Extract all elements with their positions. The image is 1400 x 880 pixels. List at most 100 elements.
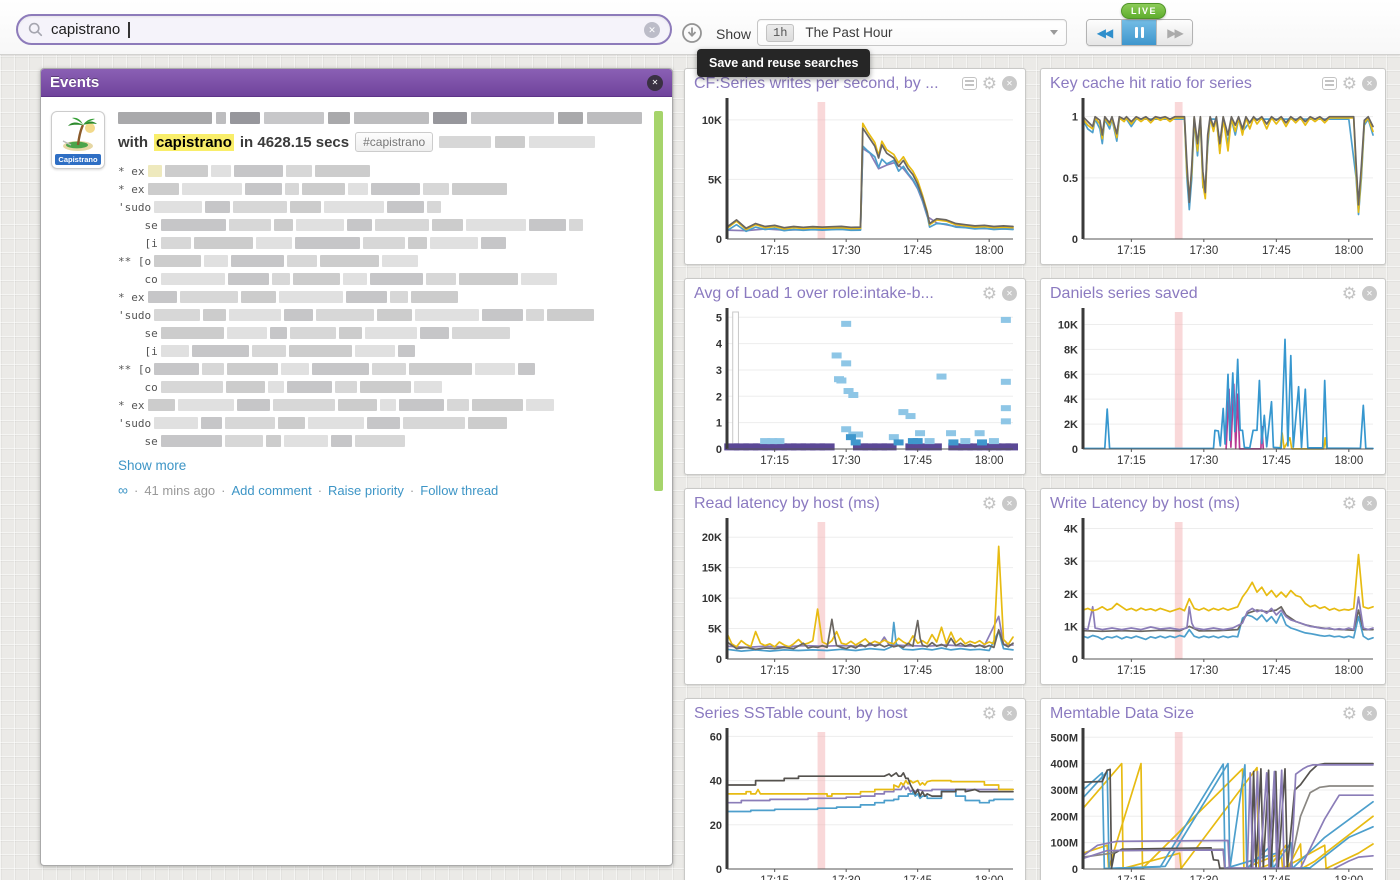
svg-text:0: 0 [716, 234, 722, 246]
gear-icon[interactable]: ⚙ [1342, 286, 1357, 302]
redacted-text [148, 291, 177, 303]
chart-actions: ⚙✕ [1342, 286, 1377, 302]
svg-text:0.5: 0.5 [1063, 173, 1078, 185]
close-icon[interactable]: ✕ [1002, 76, 1017, 91]
permalink-icon[interactable]: ∞ [118, 482, 128, 498]
search-input[interactable]: capistrano ✕ [16, 14, 672, 45]
redacted-text [403, 417, 465, 429]
chart-tile-2: Avg of Load 1 over role:intake-b...⚙✕17:… [684, 278, 1026, 475]
gear-icon[interactable]: ⚙ [1342, 76, 1357, 92]
svg-text:17:45: 17:45 [903, 665, 932, 677]
close-icon[interactable]: ✕ [1362, 76, 1377, 91]
redacted-text [296, 219, 344, 231]
notes-icon[interactable] [962, 77, 977, 90]
gear-icon[interactable]: ⚙ [982, 496, 997, 512]
svg-text:4: 4 [716, 339, 723, 351]
timeframe-select[interactable]: 1h The Past Hour [757, 19, 1067, 46]
redacted-text [312, 363, 369, 375]
close-icon[interactable]: ✕ [1362, 286, 1377, 301]
redacted-text [409, 363, 472, 375]
pause-button[interactable] [1122, 20, 1157, 45]
notes-icon[interactable] [1322, 77, 1337, 90]
redacted-text [225, 417, 275, 429]
redacted-text [427, 201, 441, 213]
search-value: capistrano [51, 21, 120, 38]
svg-text:17:45: 17:45 [903, 875, 932, 880]
redacted-text [284, 435, 328, 447]
redacted-text [387, 201, 424, 213]
redacted-text [320, 255, 379, 267]
svg-text:18:00: 18:00 [1334, 665, 1363, 677]
chart-tile-5: Write Latency by host (ms)⚙✕17:1517:3017… [1040, 488, 1386, 685]
redacted-text [154, 309, 200, 321]
close-icon[interactable]: ✕ [647, 75, 663, 91]
redacted-text [475, 363, 515, 375]
event-log: * ex* ex'sudo se [i** [o co* ex'sudo se … [118, 162, 642, 450]
redacted-text [587, 112, 642, 124]
gear-icon[interactable]: ⚙ [982, 286, 997, 302]
meta-separator: · [221, 483, 225, 498]
svg-text:5K: 5K [708, 624, 722, 636]
gear-icon[interactable]: ⚙ [982, 76, 997, 92]
redacted-text [355, 435, 405, 447]
close-icon[interactable]: ✕ [1362, 706, 1377, 721]
log-line: se [118, 432, 642, 450]
chart-title: Daniels series saved [1050, 285, 1336, 303]
redacted-text [245, 183, 282, 195]
redacted-text [521, 273, 557, 285]
forward-button[interactable]: ▶▶ [1157, 20, 1192, 45]
redacted-text [432, 219, 463, 231]
event-item: Capistrano with capistrano in 4628.15 se… [51, 111, 642, 498]
chart-actions: ⚙✕ [982, 286, 1017, 302]
chart-title: CF:Series writes per second, by ... [694, 75, 956, 93]
chart-plot: 17:1517:3017:4518:00012345 [690, 306, 1018, 468]
svg-text:1: 1 [1072, 112, 1078, 124]
follow-thread-link[interactable]: Follow thread [420, 483, 498, 498]
close-icon[interactable]: ✕ [1362, 496, 1377, 511]
event-tag[interactable]: #capistrano [355, 132, 433, 152]
redacted-text [338, 399, 377, 411]
redacted-text [192, 345, 249, 357]
charts-grid: CF:Series writes per second, by ...⚙✕17:… [684, 68, 1386, 880]
show-more-link[interactable]: Show more [118, 458, 186, 473]
redacted-text [284, 309, 313, 321]
svg-text:0: 0 [1072, 444, 1078, 456]
svg-text:10K: 10K [1058, 319, 1078, 331]
redacted-text [154, 363, 199, 375]
close-icon[interactable]: ✕ [1002, 286, 1017, 301]
svg-text:60: 60 [710, 731, 722, 743]
rewind-button[interactable]: ◀◀ [1087, 20, 1122, 45]
redacted-text [380, 399, 396, 411]
chart-header: Avg of Load 1 over role:intake-b...⚙✕ [690, 279, 1020, 306]
redacted-text [161, 435, 222, 447]
save-search-button[interactable] [681, 22, 703, 44]
log-line: * ex [118, 180, 642, 198]
clear-search-icon[interactable]: ✕ [644, 22, 660, 38]
svg-text:17:15: 17:15 [760, 245, 789, 257]
redacted-text [211, 165, 231, 177]
gear-icon[interactable]: ⚙ [1342, 496, 1357, 512]
gear-icon[interactable]: ⚙ [1342, 706, 1357, 722]
redacted-text [526, 309, 544, 321]
redacted-text [302, 183, 345, 195]
redacted-text [348, 183, 368, 195]
svg-text:10K: 10K [702, 115, 722, 127]
redacted-text [518, 363, 535, 375]
svg-text:500M: 500M [1050, 732, 1078, 744]
redacted-text [287, 255, 317, 267]
raise-priority-link[interactable]: Raise priority [328, 483, 404, 498]
redacted-text [447, 399, 469, 411]
gear-icon[interactable]: ⚙ [982, 706, 997, 722]
redacted-text [281, 363, 309, 375]
close-icon[interactable]: ✕ [1002, 496, 1017, 511]
svg-text:17:45: 17:45 [1262, 875, 1291, 880]
redacted-text [414, 381, 442, 393]
svg-text:17:30: 17:30 [832, 875, 861, 880]
add-comment-link[interactable]: Add comment [232, 483, 312, 498]
log-line: * ex [118, 162, 642, 180]
svg-text:0: 0 [1072, 234, 1078, 246]
close-icon[interactable]: ✕ [1002, 706, 1017, 721]
svg-text:20: 20 [710, 820, 722, 832]
search-icon [28, 22, 43, 37]
redacted-text [365, 327, 417, 339]
